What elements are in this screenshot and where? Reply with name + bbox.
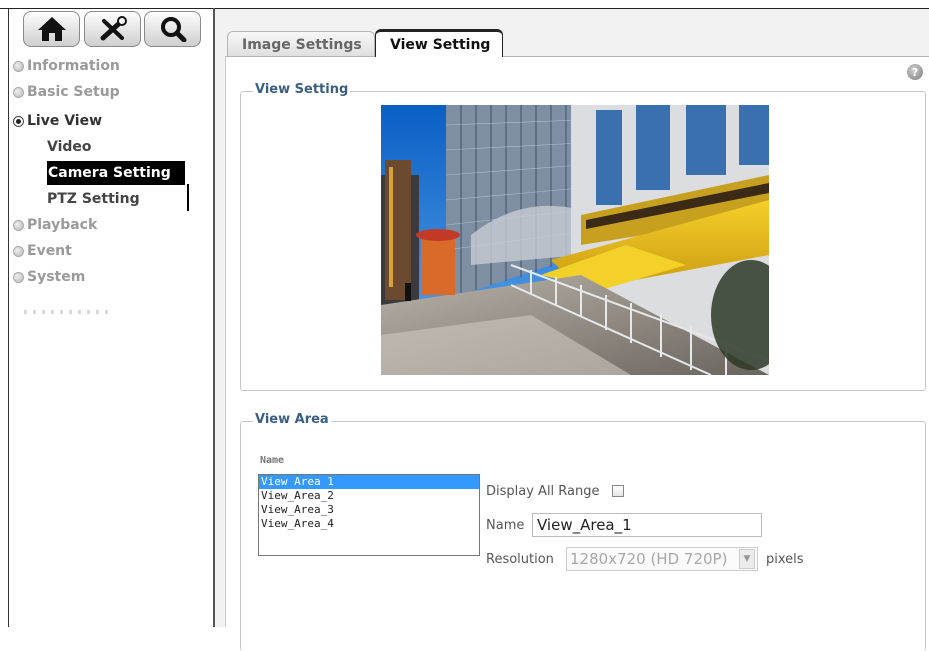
top-border [0,0,929,9]
bullet-icon [13,60,24,72]
tools-icon [100,16,127,41]
view-area-legend: View Area [253,412,331,427]
sidebar-subitem-label: Camera Setting [48,165,171,181]
sidebar-item-system[interactable]: System [13,266,85,288]
tab-bar: Image Settings View Setting [215,9,929,57]
name-label: Name [486,518,525,533]
chevron-down-icon[interactable]: ▼ [739,549,755,569]
list-item[interactable]: View Area 1 [259,475,479,489]
tab-content: ? View Setting View Area Name View Area … [225,56,929,651]
sidebar-subitem-label: Video [47,139,92,155]
home-button[interactable] [23,11,80,47]
view-setting-legend: View Setting [253,82,351,97]
name-input[interactable]: View_Area_1 [532,513,762,537]
text-cursor [187,184,189,211]
search-icon [160,17,186,42]
bullet-icon [13,86,24,98]
list-item[interactable]: View_Area_4 [259,517,479,531]
sidebar-item-basic-setup[interactable]: Basic Setup [13,81,120,103]
resolution-unit-label: pixels [766,552,804,567]
sidebar-item-live-view[interactable]: Live View [13,110,102,132]
bullet-icon [13,219,24,231]
display-all-range-label: Display All Range [486,484,600,499]
sidebar-item-label: Live View [27,113,103,129]
sidebar-subitem-ptz-setting[interactable]: PTZ Setting [47,187,140,211]
faint-artifact [24,310,114,314]
expanded-bullet-icon [13,115,24,127]
sidebar-item-label: Event [27,243,72,259]
sidebar-item-label: System [27,269,86,285]
resolution-select[interactable]: 1280x720 (HD 720P) ▼ [566,547,758,571]
sidebar-item-information[interactable]: Information [13,55,120,77]
sidebar-item-playback[interactable]: Playback [13,214,97,236]
view-area-group: View Area Name View Area 1 View_Area_2 V… [240,412,926,651]
camera-preview-image [381,105,769,375]
home-icon [37,17,66,41]
name-column-caption: Name [260,455,285,466]
bullet-icon [13,271,24,283]
sidebar-item-label: Playback [27,217,98,233]
tools-button[interactable] [84,11,141,47]
tab-label: Image Settings [242,36,362,53]
main-panel: Image Settings View Setting ? View Setti… [215,9,929,651]
resolution-label: Resolution [486,552,554,567]
view-area-listbox[interactable]: View Area 1 View_Area_2 View_Area_3 View… [258,474,480,556]
sidebar-subitem-label: PTZ Setting [47,191,140,207]
view-setting-group: View Setting [240,82,926,391]
help-icon[interactable]: ? [907,64,923,80]
list-item[interactable]: View_Area_2 [259,489,479,503]
sidebar-item-label: Basic Setup [27,84,120,100]
sidebar-subitem-video[interactable]: Video [47,135,92,159]
bullet-icon [13,245,24,257]
tab-view-setting[interactable]: View Setting [375,29,503,57]
sidebar-subitem-camera-setting[interactable]: Camera Setting [47,161,185,185]
name-input-value: View_Area_1 [537,516,632,534]
display-all-range-checkbox[interactable] [612,485,624,497]
sidebar-item-event[interactable]: Event [13,240,72,262]
sidebar-item-label: Information [27,58,120,74]
tab-image-settings[interactable]: Image Settings [227,31,375,57]
list-item[interactable]: View_Area_3 [259,503,479,517]
resolution-value: 1280x720 (HD 720P) [570,550,728,568]
search-button[interactable] [144,11,201,47]
tab-label: View Setting [390,36,491,53]
camera-preview [381,105,769,375]
